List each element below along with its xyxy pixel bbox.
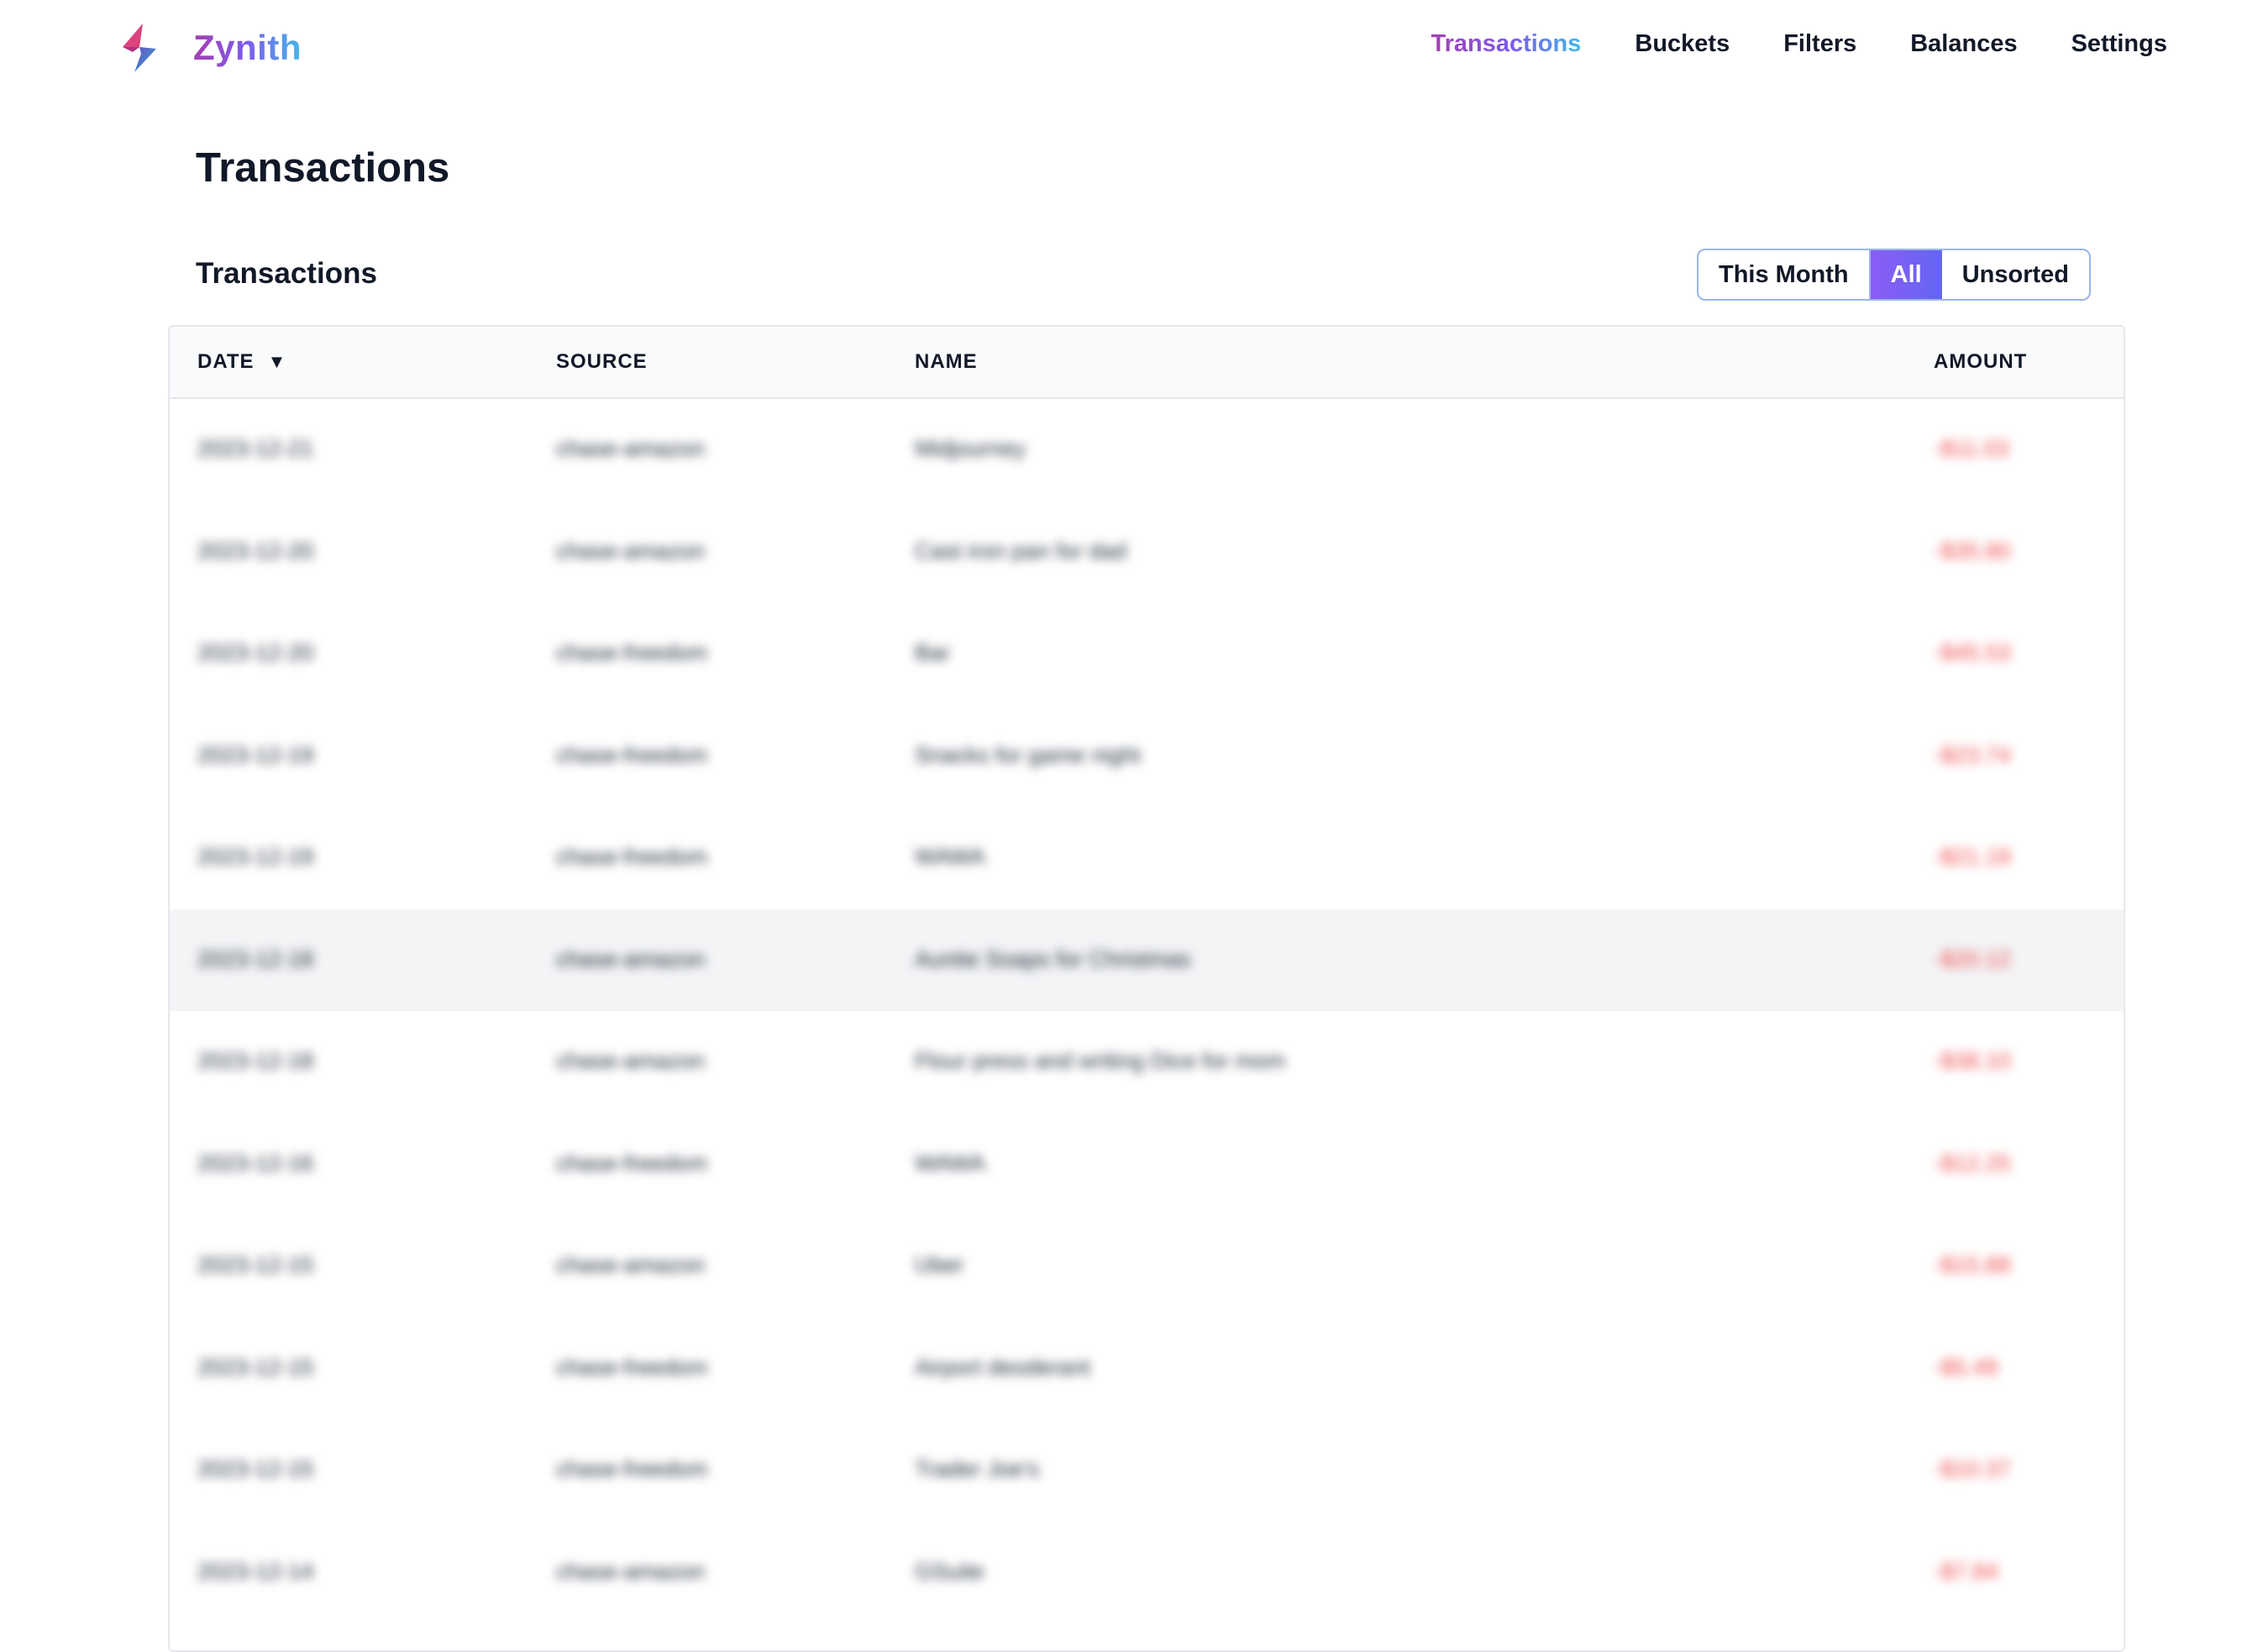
nav-item-transactions[interactable]: Transactions xyxy=(1431,30,1581,58)
cell-date: 2023-12-14 xyxy=(197,1558,314,1584)
cell-date: 2023-12-15 xyxy=(197,1252,314,1277)
table-row[interactable]: 2023-12-16 chase-freedom WAWA -$12.25 xyxy=(170,1114,2124,1216)
nav-item-settings[interactable]: Settings xyxy=(2071,30,2167,58)
cell-amount: -$38.10 xyxy=(1934,1048,2011,1073)
cell-date: 2023-12-19 xyxy=(197,844,314,869)
cell-name: Trader Joe's xyxy=(915,1456,1040,1482)
main-menu: Transactions Buckets Filters Balances Se… xyxy=(1431,30,2167,58)
cell-date: 2023-12-19 xyxy=(197,742,314,768)
table-row[interactable]: 2023-12-18 chase-amazon Flour press and wr… xyxy=(170,1011,2124,1114)
table-row[interactable]: 2023-12-20 chase-amazon Cast iron pan for … xyxy=(170,501,2124,604)
cell-amount: -$23.74 xyxy=(1934,742,2011,768)
nav-item-filters[interactable]: Filters xyxy=(1783,30,1856,58)
cell-source: chase-amazon xyxy=(556,1252,706,1277)
cell-amount: -$12.25 xyxy=(1934,1150,2011,1176)
cell-date: 2023-12-20 xyxy=(197,640,314,665)
cell-name: GSuite xyxy=(915,1558,984,1584)
table-body: 2023-12-21 chase-amazon Midjourney -$11.03 2… xyxy=(170,399,2124,1650)
table-row[interactable]: 2023-12-18 chase-amazon Auntie Soaps for C… xyxy=(170,909,2124,1011)
cell-source: chase-freedom xyxy=(556,1456,708,1482)
top-navigation: Zynith Transactions Buckets Filters Bala… xyxy=(0,0,2268,97)
table-row[interactable]: 2023-12-20 chase-freedom Bar -$45.53 xyxy=(170,603,2124,705)
cell-source: chase-freedom xyxy=(556,640,708,665)
cell-source: chase-amazon xyxy=(556,1048,706,1073)
table-row[interactable]: 2023-12-19 chase-freedom WAWA -$21.19 xyxy=(170,807,2124,910)
cell-source: chase-freedom xyxy=(556,1354,708,1380)
cell-amount: -$35.80 xyxy=(1934,538,2011,564)
cell-name: WAWA xyxy=(915,1150,985,1176)
column-header-date-label: DATE xyxy=(197,350,255,373)
cell-name: Flour press and writing Dice for mom xyxy=(915,1048,1286,1073)
table-row[interactable]: 2023-12-21 chase-amazon Midjourney -$11.03 xyxy=(170,399,2124,501)
cell-name: Midjourney xyxy=(915,436,1026,461)
cell-source: chase-amazon xyxy=(556,946,706,972)
nav-item-buckets[interactable]: Buckets xyxy=(1635,30,1730,58)
column-header-source: SOURCE xyxy=(556,350,648,373)
cell-amount: -$15.88 xyxy=(1934,1252,2011,1277)
sort-down-triangle-icon: ▼ xyxy=(267,351,287,372)
filter-all-button[interactable]: All xyxy=(1870,250,1942,299)
cell-name: Uber xyxy=(915,1252,964,1277)
cell-amount: -$11.03 xyxy=(1934,436,2009,461)
column-header-amount: AMOUNT xyxy=(1934,350,2028,373)
cell-name: Snacks for game night xyxy=(915,742,1141,768)
cell-amount: -$21.19 xyxy=(1934,844,2011,869)
cell-date: 2023-12-18 xyxy=(197,1048,314,1073)
filter-this-month-button[interactable]: This Month xyxy=(1698,250,1871,299)
table-row[interactable]: 2023-12-15 chase-freedom Airport deoderant… xyxy=(170,1318,2124,1420)
table-header: DATE ▼ SOURCE NAME AMOUNT xyxy=(170,327,2124,399)
cell-date: 2023-12-15 xyxy=(197,1354,314,1380)
cell-date: 2023-12-20 xyxy=(197,538,314,564)
table-row[interactable]: 2023-12-14 chase-amazon GSuite -$7.84 xyxy=(170,1522,2124,1624)
cell-name: Auntie Soaps for Christmas xyxy=(915,946,1191,972)
cell-name: Airport deoderant xyxy=(915,1354,1090,1380)
cell-date: 2023-12-16 xyxy=(197,1150,314,1176)
table-row[interactable]: 2023-12-15 chase-freedom Trader Joe's -$10.… xyxy=(170,1419,2124,1522)
cell-source: chase-amazon xyxy=(556,436,706,461)
cell-name: Bar xyxy=(915,640,951,665)
cell-amount: -$45.53 xyxy=(1934,640,2011,665)
cell-amount: -$5.49 xyxy=(1934,1354,1998,1380)
cell-date: 2023-12-21 xyxy=(197,436,314,461)
column-header-date[interactable]: DATE ▼ xyxy=(197,350,286,374)
cell-date: 2023-12-18 xyxy=(197,946,314,972)
cell-name: WAWA xyxy=(915,844,985,869)
cell-source: chase-amazon xyxy=(556,1558,706,1584)
cell-source: chase-amazon xyxy=(556,538,706,564)
cell-source: chase-freedom xyxy=(556,742,708,768)
period-filter-toggle: This Month All Unsorted xyxy=(1697,249,2091,301)
section-title: Transactions xyxy=(196,257,377,290)
cell-amount: -$20.12 xyxy=(1934,946,2011,972)
logo-link[interactable]: Zynith xyxy=(118,22,302,74)
page-title: Transactions xyxy=(196,145,450,191)
nav-item-balances[interactable]: Balances xyxy=(1910,30,2017,58)
cell-source: chase-freedom xyxy=(556,844,708,869)
table-row[interactable]: 2023-12-14chase-amazonDunkin Donuts-$8.1… xyxy=(170,1623,2124,1650)
column-header-name: NAME xyxy=(915,350,978,373)
cell-source: chase-freedom xyxy=(556,1150,708,1176)
lightning-bolt-logo-icon xyxy=(123,24,156,72)
brand-name: Zynith xyxy=(193,28,302,67)
cell-amount: -$10.37 xyxy=(1934,1456,2011,1482)
cell-name: Cast iron pan for dad xyxy=(915,538,1127,564)
transactions-table: DATE ▼ SOURCE NAME AMOUNT 2023-12-21 chase… xyxy=(168,325,2125,1652)
cell-date: 2023-12-15 xyxy=(197,1456,314,1482)
table-row[interactable]: 2023-12-19 chase-freedom Snacks for game n… xyxy=(170,705,2124,808)
cell-amount: -$7.84 xyxy=(1934,1558,1998,1584)
filter-unsorted-button[interactable]: Unsorted xyxy=(1942,250,2089,299)
table-row[interactable]: 2023-12-15 chase-amazon Uber -$15.88 xyxy=(170,1215,2124,1318)
